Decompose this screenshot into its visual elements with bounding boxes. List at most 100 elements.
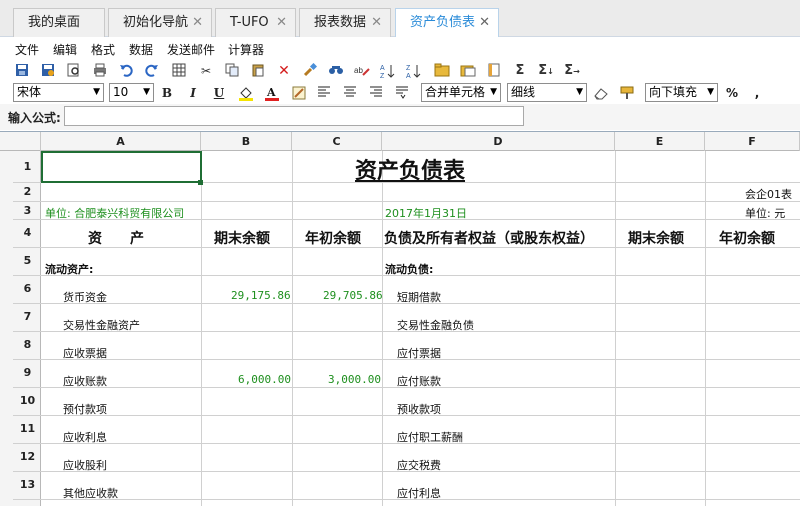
eraser-icon[interactable]: [593, 85, 609, 101]
close-icon[interactable]: ✕: [479, 9, 490, 36]
row-header-9[interactable]: 9: [14, 366, 41, 379]
font-size-select[interactable]: 10 ▼: [109, 83, 154, 102]
draw-border-icon[interactable]: [291, 85, 307, 101]
row-header-8[interactable]: 8: [14, 338, 41, 351]
replace-icon[interactable]: ab: [354, 63, 370, 79]
tab-t-ufo[interactable]: T-UFO ✕: [215, 8, 296, 37]
column-header-b[interactable]: B: [201, 132, 292, 151]
delete-icon[interactable]: ✕: [276, 63, 292, 79]
left-label-trading-assets: 交易性金融资产: [63, 319, 140, 332]
format-painter-icon[interactable]: [619, 85, 635, 101]
sum-row-icon[interactable]: Σ↓: [538, 63, 554, 79]
right-label-accounts-payable: 应付账款: [397, 375, 441, 388]
sort-asc-icon[interactable]: AZ: [380, 63, 396, 80]
right-label-trading-liabilities: 交易性金融负债: [397, 319, 474, 332]
row-header-7[interactable]: 7: [14, 310, 41, 323]
row-header-13[interactable]: 13: [14, 478, 41, 491]
save-icon[interactable]: [14, 63, 30, 79]
row-header-11[interactable]: 11: [14, 422, 41, 435]
row-header-3[interactable]: 3: [14, 204, 41, 217]
tab-report-data[interactable]: 报表数据 ✕: [299, 8, 391, 37]
menu-bar: 文件 编辑 格式 数据 发送邮件 计算器: [0, 37, 800, 60]
brush-icon[interactable]: [302, 62, 318, 79]
fill-color-icon[interactable]: [238, 85, 254, 101]
undo-icon[interactable]: [118, 63, 134, 79]
formula-input[interactable]: [64, 106, 524, 126]
row-header-10[interactable]: 10: [14, 394, 41, 407]
sort-desc-icon[interactable]: ZA: [406, 63, 422, 80]
row-header-4[interactable]: 4: [14, 226, 41, 239]
row-header-5[interactable]: 5: [14, 254, 41, 267]
align-right-icon[interactable]: [369, 85, 383, 101]
selected-cell-a1[interactable]: [41, 151, 202, 183]
row-header-1[interactable]: 1: [14, 160, 41, 173]
svg-text:A: A: [380, 65, 385, 72]
tab-balance-sheet[interactable]: 资产负债表 ✕: [395, 8, 499, 38]
sheet-icon[interactable]: [486, 63, 502, 79]
fill-handle[interactable]: [198, 180, 203, 185]
print-icon[interactable]: [92, 63, 108, 79]
comma-button[interactable]: ,: [752, 85, 762, 101]
right-label-advance-receipts: 预收款项: [397, 403, 441, 416]
row-header-2[interactable]: 2: [14, 185, 41, 198]
close-icon[interactable]: ✕: [276, 9, 287, 36]
dropdown-arrow-icon: ▼: [490, 87, 497, 97]
cash-begin-balance: 29,705.86: [323, 289, 383, 302]
svg-text:ab: ab: [354, 66, 363, 75]
menu-file[interactable]: 文件: [15, 41, 39, 58]
dropdown-arrow-icon: ▼: [576, 87, 583, 97]
svg-text:Z: Z: [406, 65, 411, 72]
dropdown-arrow-icon: ▼: [707, 87, 714, 97]
formula-label: 输入公式:: [8, 111, 61, 125]
close-icon[interactable]: ✕: [192, 9, 203, 36]
copy-icon[interactable]: [224, 63, 240, 79]
column-header-f[interactable]: F: [705, 132, 800, 151]
grid-icon[interactable]: [171, 63, 187, 79]
border-style-select[interactable]: 细线 ▼: [507, 83, 587, 102]
row-header-12[interactable]: 12: [14, 450, 41, 463]
column-header-d[interactable]: D: [382, 132, 615, 151]
menu-calculator[interactable]: 计算器: [228, 41, 264, 58]
folder-icon[interactable]: [434, 63, 450, 79]
main-toolbar: ✂ ✕ ab AZ ZA Σ Σ↓ Σ→: [0, 60, 800, 82]
merge-cells-select[interactable]: 合并单元格 ▼: [421, 83, 501, 102]
align-left-icon[interactable]: [317, 85, 331, 101]
save-as-icon[interactable]: [40, 63, 56, 79]
cash-end-balance: 29,175.86: [231, 289, 291, 302]
sum-icon[interactable]: Σ: [512, 63, 528, 79]
menu-edit[interactable]: 编辑: [53, 41, 77, 58]
italic-button[interactable]: I: [186, 85, 200, 101]
corner-cell[interactable]: [13, 132, 41, 151]
menu-format[interactable]: 格式: [91, 41, 115, 58]
menu-data[interactable]: 数据: [129, 41, 153, 58]
find-icon[interactable]: [328, 63, 344, 79]
underline-button[interactable]: U: [212, 85, 226, 101]
wrap-text-icon[interactable]: [395, 85, 409, 101]
format-toolbar: 宋体 ▼ 10 ▼ B I U A 合并单元格 ▼ 细线 ▼ 向下填充 ▼ % ,: [0, 82, 800, 104]
sum-col-icon[interactable]: Σ→: [564, 63, 580, 79]
left-label-cash: 货币资金: [63, 291, 107, 304]
left-label-current-assets: 流动资产:: [45, 263, 94, 276]
bold-button[interactable]: B: [160, 85, 174, 101]
print-preview-icon[interactable]: [66, 63, 82, 79]
menu-send-mail[interactable]: 发送邮件: [167, 41, 215, 58]
tab-desktop[interactable]: 我的桌面: [13, 8, 105, 37]
font-color-icon[interactable]: A: [264, 85, 280, 101]
fill-direction-select[interactable]: 向下填充 ▼: [645, 83, 718, 102]
cut-icon[interactable]: ✂: [198, 63, 214, 79]
column-header-a[interactable]: A: [41, 132, 201, 151]
font-family-value: 宋体: [17, 85, 42, 99]
column-header-e[interactable]: E: [615, 132, 705, 151]
grid-vline: [292, 151, 293, 506]
redo-icon[interactable]: [144, 63, 160, 79]
tab-init-nav[interactable]: 初始化导航 ✕: [108, 8, 212, 37]
grid-vline: [705, 151, 706, 506]
align-center-icon[interactable]: [343, 85, 357, 101]
folder-open-icon[interactable]: [460, 63, 476, 79]
row-header-6[interactable]: 6: [14, 282, 41, 295]
paste-icon[interactable]: [250, 63, 266, 79]
column-header-c[interactable]: C: [292, 132, 382, 151]
percent-button[interactable]: %: [725, 85, 739, 101]
close-icon[interactable]: ✕: [371, 9, 382, 36]
font-family-select[interactable]: 宋体 ▼: [13, 83, 104, 102]
